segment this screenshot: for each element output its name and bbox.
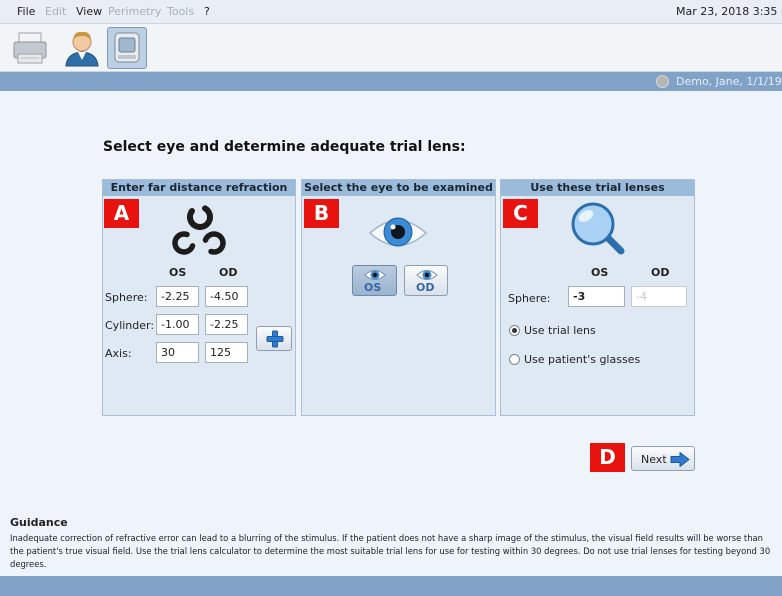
clock: Mar 23, 2018 3:35 PM xyxy=(676,5,782,18)
trial-lens-icon xyxy=(571,202,625,255)
perimetry-device-button[interactable] xyxy=(107,27,147,69)
trial-sphere-label: Sphere: xyxy=(508,292,551,305)
next-button[interactable]: Next xyxy=(631,446,695,471)
guidance-title: Guidance xyxy=(10,516,68,529)
guidance-text: Inadequate correction of refractive erro… xyxy=(10,533,771,569)
print-button[interactable] xyxy=(10,27,50,69)
eye-os-icon xyxy=(364,270,386,280)
badge-a: A xyxy=(104,199,139,228)
badge-b: B xyxy=(304,199,339,228)
cylinder-os-input[interactable] xyxy=(156,314,199,335)
sphere-os-input[interactable] xyxy=(156,286,199,307)
use-patients-glasses-label[interactable]: Use patient's glasses xyxy=(524,353,640,366)
sphere-label: Sphere: xyxy=(105,291,148,304)
perimeter-device-icon xyxy=(114,32,140,63)
page-title: Select eye and determine adequate trial … xyxy=(103,139,466,155)
arrow-right-icon xyxy=(670,452,690,467)
use-patients-glasses-radio[interactable] xyxy=(509,354,520,365)
printer-icon xyxy=(13,32,47,64)
menu-help[interactable]: ? xyxy=(204,5,210,18)
plus-icon xyxy=(266,330,284,348)
cylinder-label: Cylinder: xyxy=(105,319,155,332)
refraction-od-header: OD xyxy=(219,266,238,279)
axis-od-input[interactable] xyxy=(205,342,248,363)
trial-sphere-od-input xyxy=(631,286,687,307)
eye-os-button[interactable]: OS xyxy=(352,265,397,296)
menu-file[interactable]: File xyxy=(17,5,35,18)
menu-perimetry[interactable]: Perimetry xyxy=(108,5,161,18)
eye-od-icon xyxy=(416,270,438,280)
patient-bar: Demo, Jane, 1/1/1960 xyxy=(0,72,782,91)
guidance-panel: Guidance Inadequate correction of refrac… xyxy=(0,510,782,576)
refraction-os-header: OS xyxy=(169,266,187,279)
badge-c: C xyxy=(503,199,538,228)
axis-os-input[interactable] xyxy=(156,342,199,363)
status-bar xyxy=(0,576,782,596)
menu-view[interactable]: View xyxy=(76,5,102,18)
trial-lens-calculator-button[interactable] xyxy=(256,326,292,351)
menu-tools[interactable]: Tools xyxy=(167,5,194,18)
menu-bar: File Edit View Perimetry Tools ? Mar 23,… xyxy=(0,0,782,24)
trial-sphere-os-input[interactable] xyxy=(568,286,625,307)
cylinder-od-input[interactable] xyxy=(205,314,248,335)
use-trial-lens-label[interactable]: Use trial lens xyxy=(524,324,596,337)
panel-refraction-header: Enter far distance refraction xyxy=(103,180,295,196)
next-button-label: Next xyxy=(641,453,667,466)
axis-label: Axis: xyxy=(105,347,132,360)
eye-od-button[interactable]: OD xyxy=(404,265,448,296)
panel-trial-lenses-header: Use these trial lenses xyxy=(501,180,694,196)
toolbar xyxy=(0,24,782,72)
eye-os-label: OS xyxy=(364,281,382,294)
badge-d: D xyxy=(590,443,625,472)
trial-od-header: OD xyxy=(651,266,670,279)
menu-edit[interactable]: Edit xyxy=(45,5,66,18)
eye-icon xyxy=(368,217,428,247)
use-trial-lens-radio[interactable] xyxy=(509,325,520,336)
lens-rings-icon xyxy=(172,204,226,255)
eye-od-label: OD xyxy=(416,281,435,294)
sphere-od-input[interactable] xyxy=(205,286,248,307)
patient-button[interactable] xyxy=(62,27,102,69)
patient-name: Demo, Jane, 1/1/1960 xyxy=(676,75,782,88)
panel-eye-select-header: Select the eye to be examined xyxy=(302,180,495,196)
patient-icon xyxy=(65,31,99,67)
trial-os-header: OS xyxy=(591,266,609,279)
patient-status-icon xyxy=(656,75,669,88)
